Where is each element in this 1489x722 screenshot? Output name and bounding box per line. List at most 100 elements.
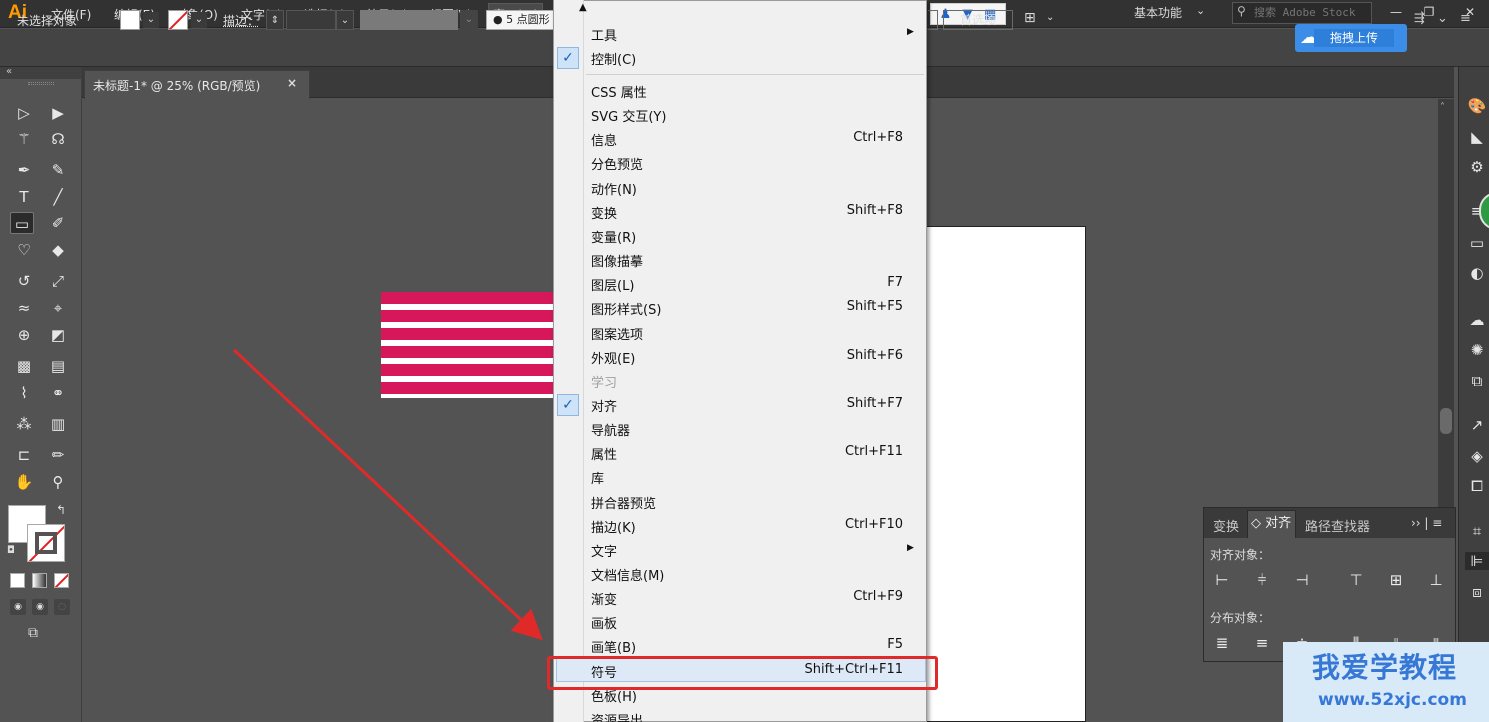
swap-colors-icon[interactable]: ↰ [56, 503, 66, 517]
warp-tool-icon[interactable]: ≈ [12, 297, 36, 319]
rectangle-tool-icon[interactable]: ▭ [10, 212, 34, 234]
color-mode-icon[interactable] [10, 573, 25, 588]
chevron-down-icon[interactable]: ⌄ [1196, 4, 1205, 17]
perspective-grid-icon[interactable]: ◩ [46, 324, 70, 346]
chevron-down-icon[interactable]: ⌄ [336, 10, 354, 30]
layers-icon[interactable]: ◈ [1465, 447, 1489, 465]
pathfinder-icon[interactable]: ⧈ [1465, 583, 1489, 601]
align-bottom-icon[interactable]: ⊥ [1424, 569, 1448, 591]
align-right-icon[interactable]: ⊣ [1290, 569, 1314, 591]
gradient-mode-icon[interactable] [32, 573, 47, 588]
align-panel-icon[interactable]: ⊫ [1465, 552, 1489, 570]
recolor-icon[interactable]: ⚙ [1465, 158, 1489, 176]
close-icon[interactable]: × [287, 76, 297, 90]
stripe-red[interactable] [381, 364, 553, 376]
mesh-tool-icon[interactable]: ▩ [12, 355, 36, 377]
shape-builder-icon[interactable]: ⊕ [12, 324, 36, 346]
artboards-icon[interactable]: ⧠ [1465, 477, 1489, 495]
fill-color-swatch[interactable] [120, 10, 140, 30]
panel-menu-icon[interactable]: ⇶ ⌄ ≡ [1414, 11, 1475, 26]
stroke-weight-field[interactable] [286, 10, 336, 30]
transparency-icon[interactable]: ◐ [1465, 264, 1489, 282]
eyedropper-icon[interactable]: ⌇ [12, 382, 36, 404]
symbols-panel-icon[interactable]: ✺ [1465, 341, 1489, 359]
scale-tool-icon[interactable]: ⤢ [46, 270, 70, 292]
stroke-weight-stepper[interactable]: ⇕ [266, 10, 284, 30]
tab-align[interactable]: ◇ 对齐 [1247, 510, 1296, 538]
panel-grip[interactable] [28, 82, 54, 85]
menu-item-shortcut: Ctrl+F11 [844, 444, 903, 459]
stripe-red[interactable] [381, 328, 553, 340]
default-colors-icon[interactable]: ◘ [7, 545, 15, 556]
type-tool-icon[interactable]: T [12, 186, 36, 208]
chevron-down-icon[interactable]: ⌄ [191, 12, 207, 28]
export-icon[interactable]: ↗ [1465, 416, 1489, 434]
tab-transform[interactable]: 变换 [1213, 516, 1239, 535]
align-top-icon[interactable]: ⊤ [1344, 569, 1368, 591]
draw-behind-icon[interactable]: ◉ [32, 599, 48, 615]
distribute-vcenter-icon[interactable]: ≡ [1250, 632, 1274, 654]
align-vcenter-icon[interactable]: ⊞ [1384, 569, 1408, 591]
eraser-icon[interactable]: ◆ [46, 239, 70, 261]
draw-normal-icon[interactable]: ◉ [10, 599, 26, 615]
minimize-icon[interactable]: — [1385, 2, 1407, 22]
zoom-tool-icon[interactable]: ⚲ [46, 471, 70, 493]
chevron-down-icon[interactable]: ⌄ [143, 12, 159, 28]
artboard-tool-icon[interactable]: ⊏ [12, 444, 36, 466]
chevron-down-icon[interactable]: ⌄ [1046, 12, 1054, 23]
menu-item[interactable] [556, 465, 925, 489]
artboard[interactable] [924, 226, 1086, 722]
stroke-label[interactable]: 描边： [223, 12, 259, 29]
preferences-button[interactable]: 首选项 [943, 10, 1013, 30]
stripe-white[interactable] [381, 394, 553, 398]
stripe-red[interactable] [381, 310, 553, 322]
line-tool-icon[interactable]: ╱ [46, 186, 70, 208]
cc-libraries-icon[interactable]: ☁ [1465, 311, 1489, 329]
pen-tool-icon[interactable]: ✒ [12, 159, 36, 181]
transform-panel-icon[interactable]: ⌗ [1465, 522, 1489, 540]
workspace-switcher[interactable]: 基本功能 [1134, 4, 1182, 21]
asset-export-icon[interactable]: ⧉ [1465, 372, 1489, 390]
lasso-icon[interactable]: ☊ [46, 128, 70, 150]
color-guide-icon[interactable]: ◣ [1465, 128, 1489, 146]
scrollbar-thumb[interactable] [1440, 408, 1452, 434]
scroll-up-icon[interactable]: ˄ [1440, 102, 1445, 113]
screen-mode-icon[interactable]: ⧉ [28, 625, 38, 641]
slice-tool-icon[interactable]: ✏ [46, 444, 70, 466]
magic-wand-icon[interactable]: ⚚ [12, 128, 36, 150]
stripe-red[interactable] [381, 346, 553, 358]
panel-menu-icon[interactable]: ›› | ≡ [1411, 516, 1442, 530]
brush-definition[interactable]: ● 5 点圆形 [486, 10, 554, 30]
menu-scroll-up-icon[interactable]: ▲ [579, 2, 587, 13]
gradient-panel-icon[interactable]: ▭ [1465, 234, 1489, 252]
none-mode-icon[interactable] [54, 573, 69, 588]
document-tab-title[interactable]: 未标题-1* @ 25% (RGB/预览) [93, 77, 260, 94]
align-hcenter-icon[interactable]: ⫩ [1250, 569, 1274, 591]
variable-width-profile[interactable] [360, 10, 458, 30]
draw-inside-icon[interactable]: ◌ [54, 599, 70, 615]
rotate-tool-icon[interactable]: ↺ [12, 270, 36, 292]
curvature-tool-icon[interactable]: ✎ [46, 159, 70, 181]
collapse-icon[interactable]: « [6, 66, 12, 77]
free-transform-icon[interactable]: ⌖ [46, 297, 70, 319]
color-icon[interactable]: 🎨 [1465, 97, 1489, 115]
arrange-documents-icon[interactable]: ⊞ [1024, 10, 1036, 26]
chevron-down-icon[interactable]: ⌄ [460, 10, 478, 30]
hand-tool-icon[interactable]: ✋ [12, 471, 36, 493]
stripe-red[interactable] [381, 292, 553, 304]
graph-tool-icon[interactable]: ▥ [46, 413, 70, 435]
stroke-color-swatch[interactable] [168, 10, 188, 30]
blend-tool-icon[interactable]: ⚭ [46, 382, 70, 404]
paintbrush-icon[interactable]: ✐ [46, 212, 70, 234]
align-left-icon[interactable]: ⊢ [1210, 569, 1234, 591]
direct-selection-tool-icon[interactable]: ▶ [46, 102, 70, 124]
stock-search-input[interactable] [1254, 4, 1369, 20]
gradient-tool-icon[interactable]: ▤ [46, 355, 70, 377]
shaper-tool-icon[interactable]: ♡ [12, 239, 36, 261]
stripe-red[interactable] [381, 382, 553, 394]
symbol-sprayer-icon[interactable]: ⁂ [12, 413, 36, 435]
upload-label[interactable]: 拖拽上传 [1314, 29, 1394, 47]
selection-tool-icon[interactable]: ▷ [12, 102, 36, 124]
tab-pathfinder[interactable]: 路径查找器 [1305, 516, 1370, 535]
distribute-top-icon[interactable]: ≣ [1210, 632, 1234, 654]
